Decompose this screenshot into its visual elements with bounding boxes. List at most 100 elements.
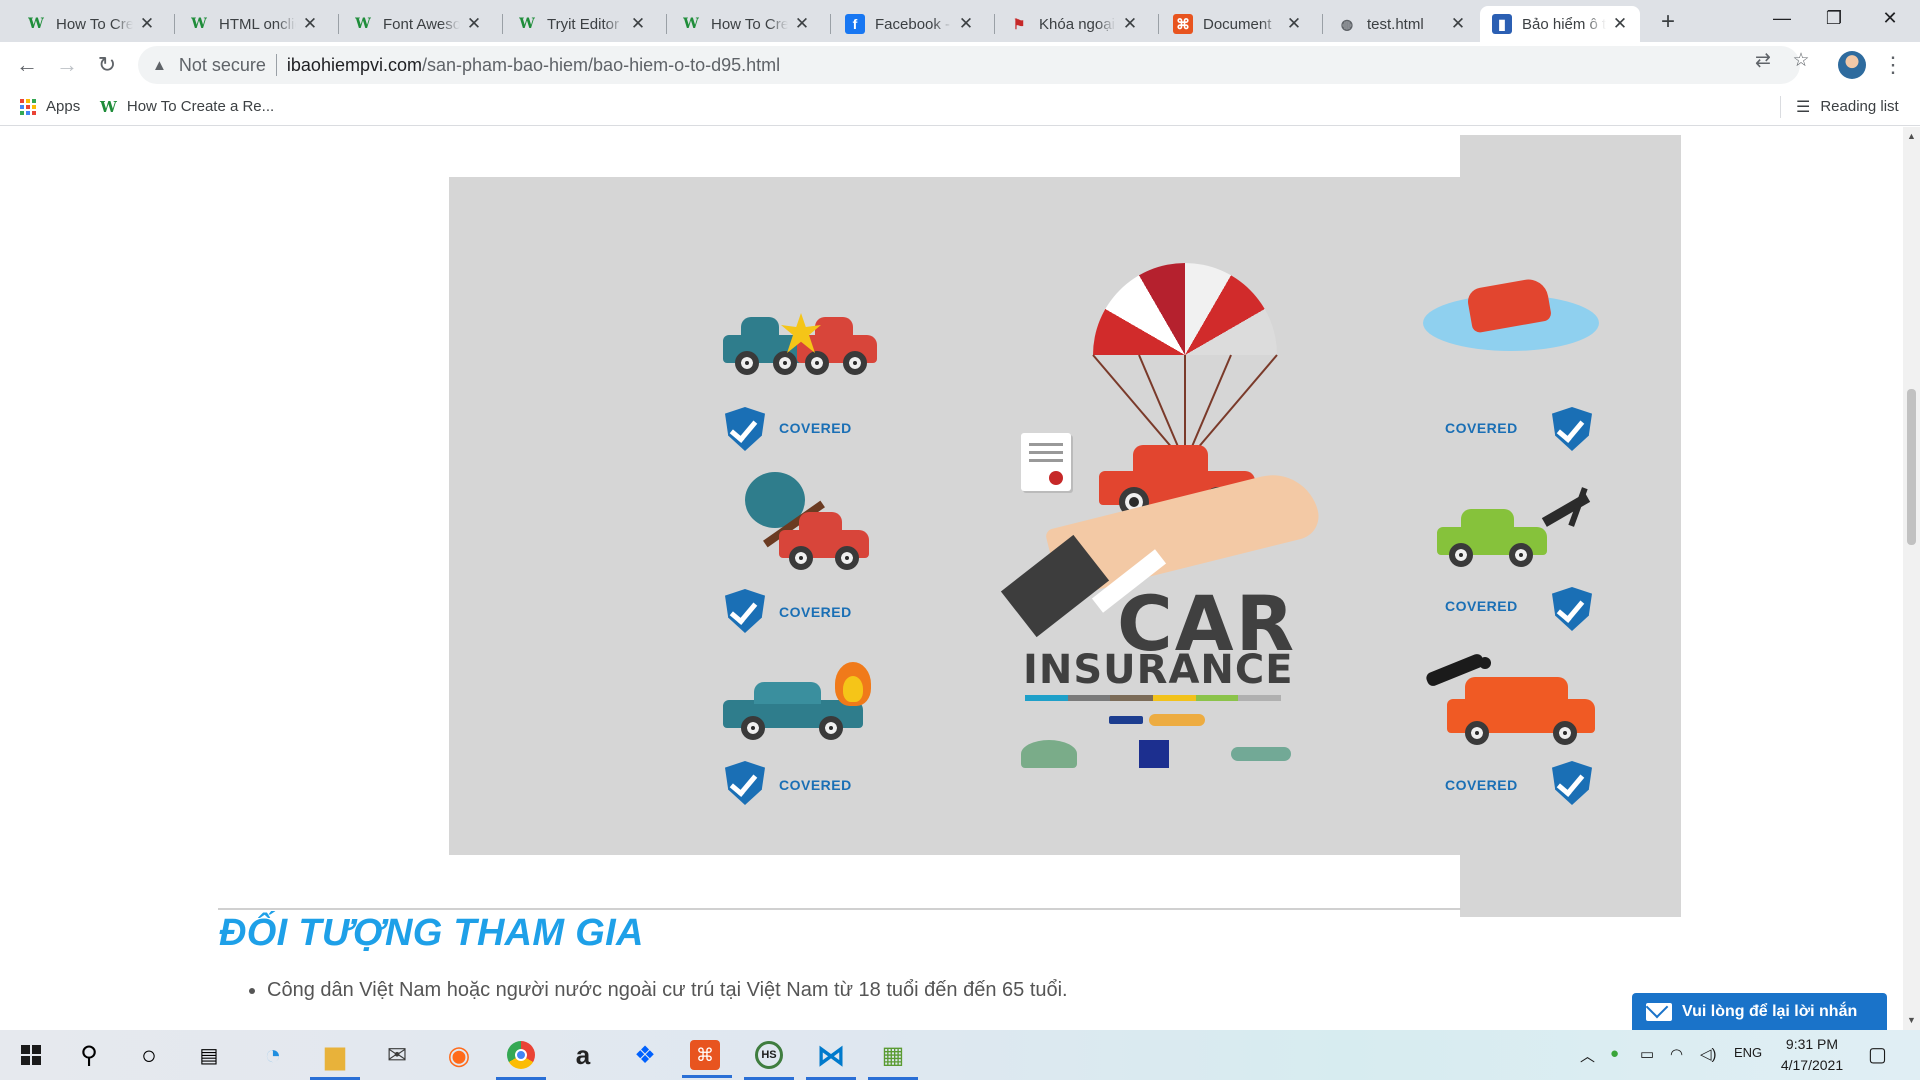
mail-app-icon[interactable]: ✉ [380,1038,414,1072]
clock-date: 4/17/2021 [1780,1057,1844,1073]
w3schools-icon: W [683,16,699,32]
amazon-icon[interactable]: a [566,1038,600,1072]
dropbox-icon[interactable]: ❖ [628,1038,662,1072]
security-label[interactable]: Not secure [179,55,266,76]
tab-title: test.html [1367,15,1424,33]
tab-8[interactable]: ⌘ Document ✕ [1161,6,1314,42]
pedestrian-accident-illustration [1419,652,1599,757]
shield-check-icon [725,407,765,451]
file-explorer-icon[interactable]: ▆ [310,1038,360,1080]
hs-app-icon[interactable]: HS [744,1038,794,1080]
sync-status-icon[interactable]: ● [1610,1045,1619,1062]
reading-list-icon: ☰ [1796,98,1811,116]
globe-icon: ◍ [1340,15,1354,32]
collision-illustration [723,307,883,397]
fire-illustration [723,662,883,752]
covered-label: COVERED [1445,777,1518,793]
tab-10-active[interactable]: ▮ Bảo hiểm ô tô ✕ [1480,6,1640,42]
partner-logo-row-2 [1021,737,1291,771]
close-tab-icon[interactable]: ✕ [464,14,484,34]
language-indicator[interactable]: ENG [1734,1045,1762,1060]
tab-9[interactable]: ◍ test.html ✕ [1325,6,1478,42]
xampp-icon[interactable]: ⌘ [682,1040,732,1078]
shield-check-icon [725,589,765,633]
vscode-icon[interactable]: ⋈ [806,1038,856,1080]
tab-title: Tryit Editor v3.6 [547,15,624,33]
apps-bookmark[interactable]: Apps [20,88,80,125]
tab-6[interactable]: f Facebook - Đăng nhập ✕ [833,6,986,42]
forward-icon[interactable]: → [52,50,82,80]
tow-truck-illustration [1437,487,1597,577]
close-tab-icon[interactable]: ✕ [792,14,812,34]
reading-list-button[interactable]: ☰ Reading list [1796,88,1899,125]
shield-check-icon [725,761,765,805]
profile-avatar[interactable] [1838,51,1866,79]
windows-taskbar: ⚲ ○ ▤ ◔ ▆ ✉ ◉ a ❖ ⌘ HS ⋈ ▦ ︿ ● ▭ ◠ ◁) EN… [0,1030,1920,1080]
close-tab-icon[interactable]: ✕ [1120,14,1140,34]
tree-fall-illustration [739,472,879,572]
tab-2[interactable]: W HTML onclick Event ✕ [177,6,330,42]
tab-5[interactable]: W How To Create a ✕ [669,6,822,42]
image-editor-icon[interactable]: ▦ [868,1038,918,1080]
w3schools-icon: W [519,16,535,32]
address-bar[interactable]: ▲ Not secure ibaohiempvi.com/san-pham-ba… [138,46,1800,84]
tab-7[interactable]: ⚑ Khóa ngoại là gì ✕ [997,6,1150,42]
scroll-down-icon[interactable]: ▼ [1903,1015,1920,1025]
close-tab-icon[interactable]: ✕ [300,14,320,34]
edge-icon[interactable]: ◔ [256,1038,290,1072]
covered-label: COVERED [1445,598,1518,614]
bookmark-star-icon[interactable]: ☆ [1788,48,1814,74]
w3schools-icon: W [355,16,371,32]
minimize-icon[interactable]: — [1754,0,1810,36]
w3schools-icon: W [100,97,117,116]
close-tab-icon[interactable]: ✕ [1610,14,1630,34]
menu-icon[interactable]: ⋮ [1882,50,1904,80]
close-tab-icon[interactable]: ✕ [956,14,976,34]
scroll-up-icon[interactable]: ▲ [1903,131,1920,141]
translate-icon[interactable]: ⇄ [1750,48,1776,74]
close-window-icon[interactable]: ✕ [1862,0,1918,36]
close-tab-icon[interactable]: ✕ [1448,14,1468,34]
clock[interactable]: 9:31 PM 4/17/2021 [1772,1034,1852,1076]
back-icon[interactable]: ← [12,50,42,80]
apps-grid-icon [20,98,36,115]
covered-label: COVERED [779,777,852,793]
mail-icon [1646,1003,1672,1021]
wifi-icon[interactable]: ◠ [1670,1045,1683,1063]
warning-icon[interactable]: ▲ [152,57,167,74]
notifications-icon[interactable]: ▢ [1868,1042,1887,1067]
tab-title: How To Create a Re... [56,15,133,33]
certificate-icon [1021,433,1071,491]
tab-3[interactable]: W Font Awesome Icons ✕ [341,6,494,42]
volume-icon[interactable]: ◁) [1700,1045,1717,1063]
site-icon: ▮ [1492,14,1512,34]
show-hidden-icons-icon[interactable]: ︿ [1580,1045,1595,1066]
page-scrollbar[interactable]: ▲ ▼ [1903,127,1920,1030]
close-tab-icon[interactable]: ✕ [628,14,648,34]
new-tab-button[interactable]: + [1654,8,1682,36]
battery-icon[interactable]: ▭ [1640,1045,1654,1063]
url-host: ibaohiempvi.com [286,54,422,75]
bookmark-item[interactable]: W How To Create a Re... [100,88,274,125]
tab-1[interactable]: W How To Create a Re... ✕ [14,6,167,42]
tab-title: How To Create a [711,15,788,33]
cortana-icon[interactable]: ○ [132,1038,166,1072]
close-tab-icon[interactable]: ✕ [1284,14,1304,34]
chrome-icon[interactable] [496,1038,546,1080]
tab-title: HTML onclick Event [219,15,296,33]
scroll-thumb[interactable] [1907,389,1916,545]
tab-4[interactable]: W Tryit Editor v3.6 ✕ [505,6,658,42]
covered-label: COVERED [779,420,852,436]
tab-title: Bảo hiểm ô tô [1522,15,1606,33]
leave-message-button[interactable]: Vui lòng để lại lời nhắn [1632,993,1887,1030]
close-tab-icon[interactable]: ✕ [137,14,157,34]
restore-icon[interactable]: ❐ [1806,0,1862,36]
search-icon[interactable]: ⚲ [72,1038,106,1072]
reload-icon[interactable]: ↻ [92,50,122,80]
car-insurance-banner: COVERED COVERED COVERED CAR INSURANCE CO… [449,177,1599,855]
task-view-icon[interactable]: ▤ [192,1038,226,1072]
windows-start-icon[interactable] [14,1038,48,1072]
section-title: ĐỐI TƯỢNG THAM GIA [219,912,644,954]
clock-time: 9:31 PM [1785,1036,1839,1052]
firefox-icon[interactable]: ◉ [442,1038,476,1072]
